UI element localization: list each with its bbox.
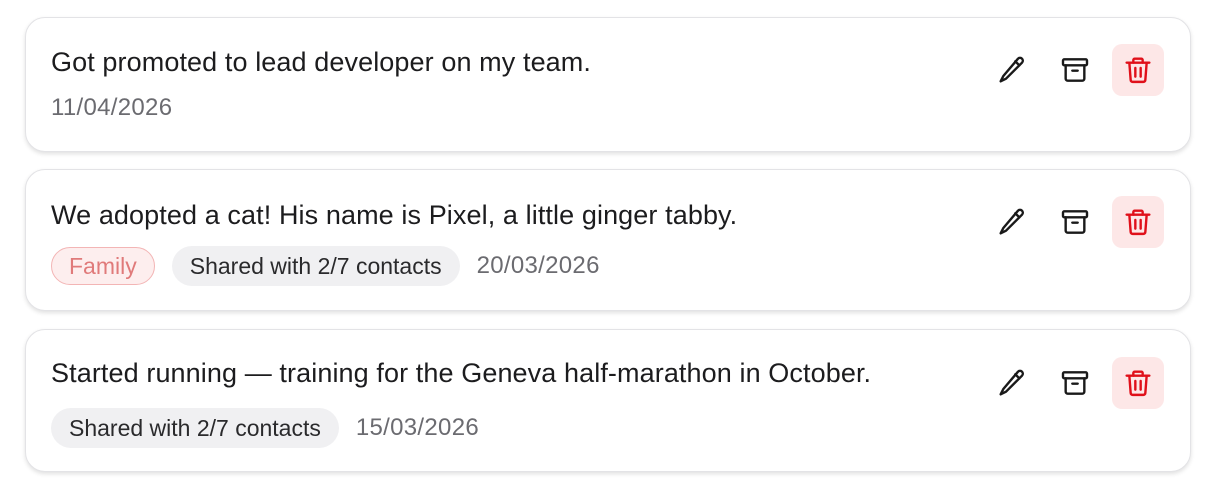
archive-button[interactable] (1049, 196, 1101, 248)
memory-actions (986, 357, 1164, 409)
archive-icon (1061, 58, 1089, 82)
shared-contacts-badge[interactable]: Shared with 2/7 contacts (171, 246, 460, 286)
memory-meta: Family Shared with 2/7 contacts 20/03/20… (51, 246, 600, 286)
memory-text: We adopted a cat! His name is Pixel, a l… (51, 200, 738, 230)
shared-contacts-badge[interactable]: Shared with 2/7 contacts (51, 408, 339, 448)
memory-date: 20/03/2026 (476, 252, 600, 279)
delete-button[interactable] (1112, 44, 1164, 96)
archive-icon (1061, 210, 1089, 234)
memory-card: We adopted a cat! His name is Pixel, a l… (25, 169, 1191, 311)
delete-button[interactable] (1112, 196, 1164, 248)
memory-date: 11/04/2026 (51, 94, 173, 121)
pencil-icon (999, 369, 1025, 396)
memory-card: Got promoted to lead developer on my tea… (25, 17, 1191, 152)
memory-date: 15/03/2026 (355, 414, 479, 441)
pencil-icon (999, 208, 1025, 235)
trash-icon (1125, 57, 1151, 84)
trash-icon (1125, 209, 1151, 236)
memory-meta: Shared with 2/7 contacts 15/03/2026 (51, 408, 479, 448)
trash-icon (1125, 370, 1151, 397)
edit-button[interactable] (986, 196, 1038, 248)
archive-button[interactable] (1049, 357, 1101, 409)
memory-text: Started running — training for the Genev… (51, 358, 872, 388)
memory-meta: 11/04/2026 (51, 94, 172, 122)
memory-text: Got promoted to lead developer on my tea… (51, 47, 591, 77)
delete-button[interactable] (1112, 357, 1164, 409)
family-tag[interactable]: Family (51, 247, 155, 285)
pencil-icon (999, 56, 1025, 83)
archive-icon (1061, 371, 1089, 395)
memory-actions (986, 196, 1164, 248)
edit-button[interactable] (986, 44, 1038, 96)
edit-button[interactable] (986, 357, 1038, 409)
archive-button[interactable] (1049, 44, 1101, 96)
memory-card: Started running — training for the Genev… (25, 329, 1191, 472)
memory-actions (986, 44, 1164, 96)
